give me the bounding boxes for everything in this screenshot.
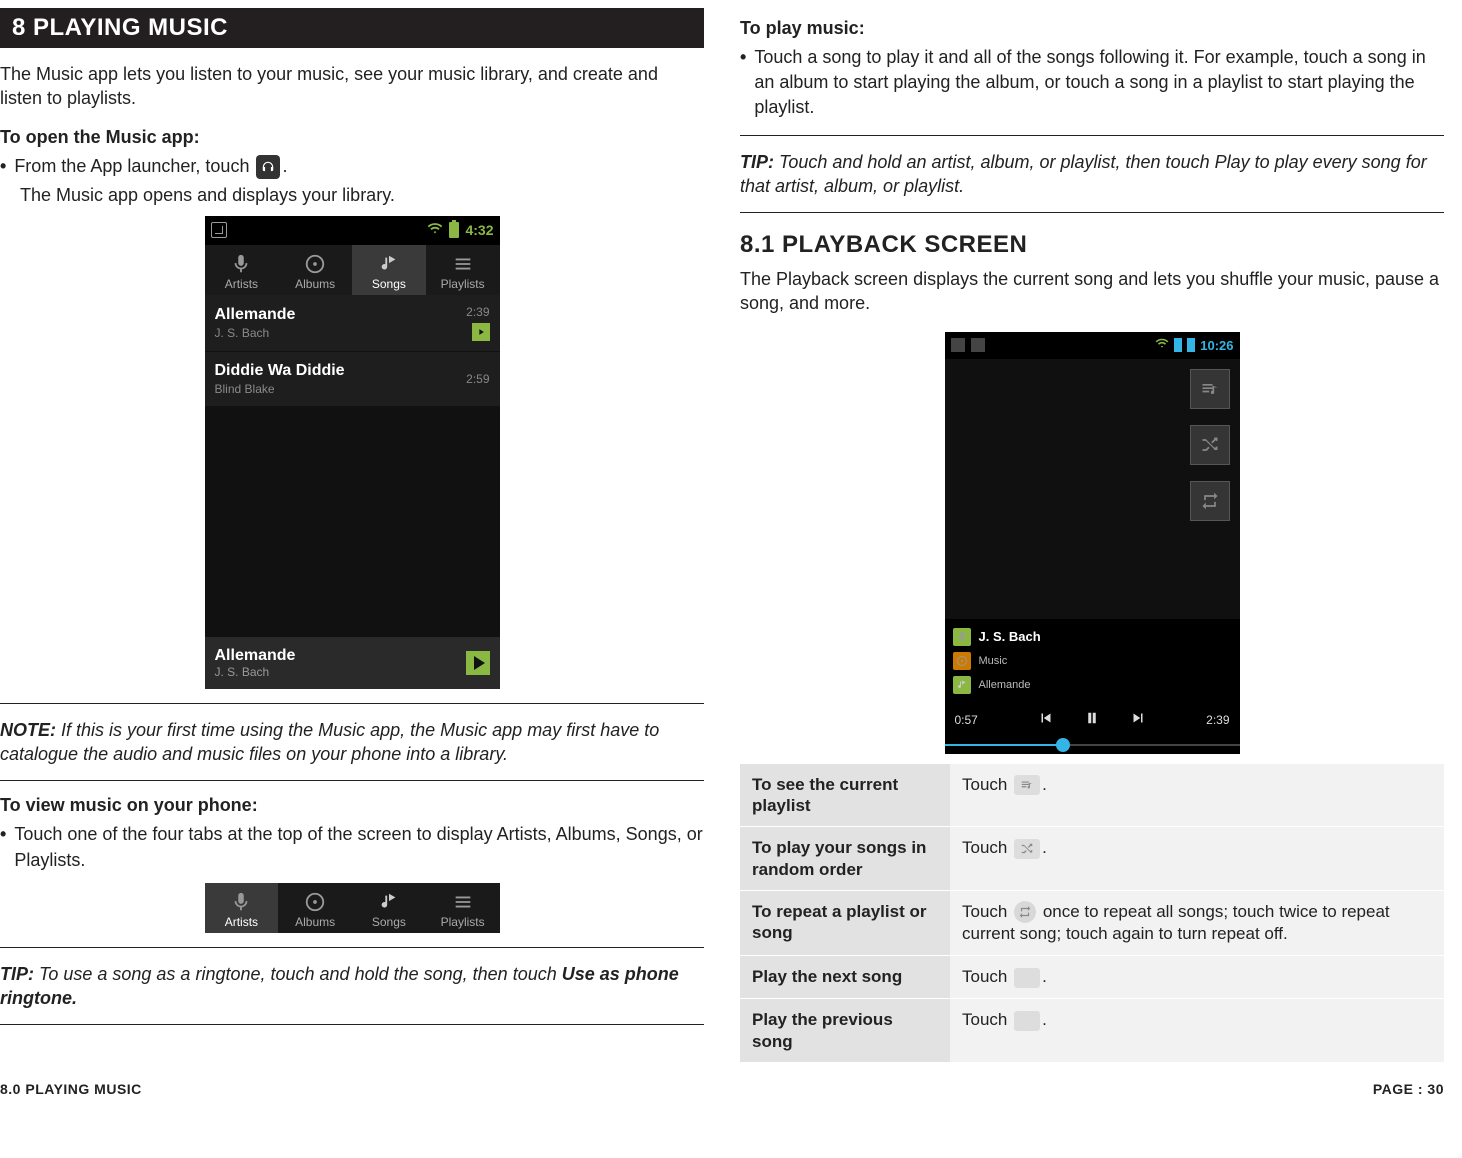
status-icon bbox=[971, 338, 985, 352]
battery-icon bbox=[449, 222, 459, 238]
tip-play-all: TIP: Touch and hold an artist, album, or… bbox=[740, 150, 1444, 199]
table-row: Play the next song Touch . bbox=[740, 956, 1444, 999]
status-time: 10:26 bbox=[1200, 338, 1233, 353]
open-app-bullet: • From the App launcher, touch . bbox=[0, 154, 704, 179]
divider bbox=[0, 703, 704, 704]
tip-ringtone: TIP: To use a song as a ringtone, touch … bbox=[0, 962, 704, 1011]
album-icon bbox=[953, 652, 971, 670]
previous-icon bbox=[1014, 1011, 1040, 1031]
play-icon[interactable] bbox=[466, 651, 490, 675]
shuffle-button[interactable] bbox=[1190, 425, 1230, 465]
footer-section: 8.0 PLAYING MUSIC bbox=[0, 1081, 142, 1097]
open-bullet-post: . bbox=[282, 156, 287, 176]
divider bbox=[0, 780, 704, 781]
library-screenshot: 4:32 Artists Albums Songs Playlists Alle… bbox=[205, 216, 500, 689]
repeat-button[interactable] bbox=[1190, 481, 1230, 521]
album-art bbox=[945, 359, 1240, 619]
tabs-strip-screenshot: Artists Albums Songs Playlists bbox=[205, 883, 500, 933]
total-time: 2:39 bbox=[1206, 713, 1229, 727]
footer-page: PAGE : 30 bbox=[1373, 1081, 1444, 1097]
seek-bar[interactable] bbox=[945, 736, 1240, 754]
tab-artists[interactable]: Artists bbox=[205, 245, 279, 295]
playback-intro: The Playback screen displays the current… bbox=[740, 267, 1444, 316]
playlist-button[interactable] bbox=[1190, 369, 1230, 409]
open-result: The Music app opens and displays your li… bbox=[20, 185, 704, 206]
library-tabs: Artists Albums Songs Playlists bbox=[205, 245, 500, 295]
elapsed-time: 0:57 bbox=[955, 713, 978, 727]
song-row[interactable]: AllemandeJ. S. Bach 2:39 bbox=[205, 295, 500, 352]
status-icon bbox=[951, 338, 965, 352]
table-row: To play your songs in random order Touch… bbox=[740, 827, 1444, 891]
table-row: To repeat a playlist or song Touch once … bbox=[740, 891, 1444, 957]
pause-button[interactable] bbox=[1083, 709, 1101, 732]
section-title: 8 PLAYING MUSIC bbox=[0, 8, 704, 48]
open-bullet-pre: From the App launcher, touch bbox=[14, 156, 249, 176]
music-app-icon bbox=[256, 155, 280, 179]
shuffle-icon bbox=[1014, 839, 1040, 859]
empty-area bbox=[205, 407, 500, 637]
next-icon bbox=[1014, 968, 1040, 988]
album-row[interactable]: Music bbox=[953, 649, 1232, 673]
status-icon bbox=[211, 222, 227, 238]
divider bbox=[740, 212, 1444, 213]
playlist-icon bbox=[1014, 775, 1040, 795]
tab-albums[interactable]: Albums bbox=[278, 245, 352, 295]
previous-button[interactable] bbox=[1037, 709, 1055, 732]
tab-songs[interactable]: Songs bbox=[352, 245, 426, 295]
divider bbox=[0, 947, 704, 948]
table-row: Play the previous song Touch . bbox=[740, 999, 1444, 1063]
status-bar: 4:32 bbox=[205, 216, 500, 245]
repeat-icon bbox=[1014, 901, 1036, 923]
tab-playlists[interactable]: Playlists bbox=[426, 883, 500, 933]
view-music-heading: To view music on your phone: bbox=[0, 795, 704, 816]
song-row[interactable]: Diddie Wa DiddieBlind Blake 2:59 bbox=[205, 352, 500, 407]
wifi-icon bbox=[1155, 336, 1169, 355]
status-bar: 10:26 bbox=[945, 332, 1240, 359]
next-button[interactable] bbox=[1129, 709, 1147, 732]
status-time: 4:32 bbox=[465, 222, 493, 238]
tab-playlists[interactable]: Playlists bbox=[426, 245, 500, 295]
intro-text: The Music app lets you listen to your mu… bbox=[0, 62, 704, 111]
table-row: To see the current playlist Touch . bbox=[740, 764, 1444, 828]
playback-screenshot: 10:26 J. S. Bach Music Allemande 0:57 bbox=[945, 332, 1240, 754]
song-row[interactable]: Allemande bbox=[953, 673, 1232, 697]
view-music-bullet: • Touch one of the four tabs at the top … bbox=[0, 822, 704, 872]
song-icon bbox=[953, 676, 971, 694]
divider bbox=[740, 135, 1444, 136]
play-music-bullet: • Touch a song to play it and all of the… bbox=[740, 45, 1444, 121]
open-app-heading: To open the Music app: bbox=[0, 127, 704, 148]
now-playing-indicator-icon bbox=[472, 323, 490, 341]
play-music-heading: To play music: bbox=[740, 18, 1444, 39]
tab-songs[interactable]: Songs bbox=[352, 883, 426, 933]
tab-artists[interactable]: Artists bbox=[205, 883, 279, 933]
divider bbox=[0, 1024, 704, 1025]
note-catalogue: NOTE: If this is your first time using t… bbox=[0, 718, 704, 767]
now-playing-bar[interactable]: AllemandeJ. S. Bach bbox=[205, 637, 500, 689]
playback-screen-heading: 8.1 PLAYBACK SCREEN bbox=[740, 231, 1444, 259]
signal-icon bbox=[1174, 338, 1182, 352]
tab-albums[interactable]: Albums bbox=[278, 883, 352, 933]
artist-row[interactable]: J. S. Bach bbox=[953, 625, 1232, 649]
artist-icon bbox=[953, 628, 971, 646]
wifi-icon bbox=[427, 220, 443, 241]
battery-icon bbox=[1187, 338, 1195, 352]
playback-controls-table: To see the current playlist Touch . To p… bbox=[740, 764, 1444, 1063]
